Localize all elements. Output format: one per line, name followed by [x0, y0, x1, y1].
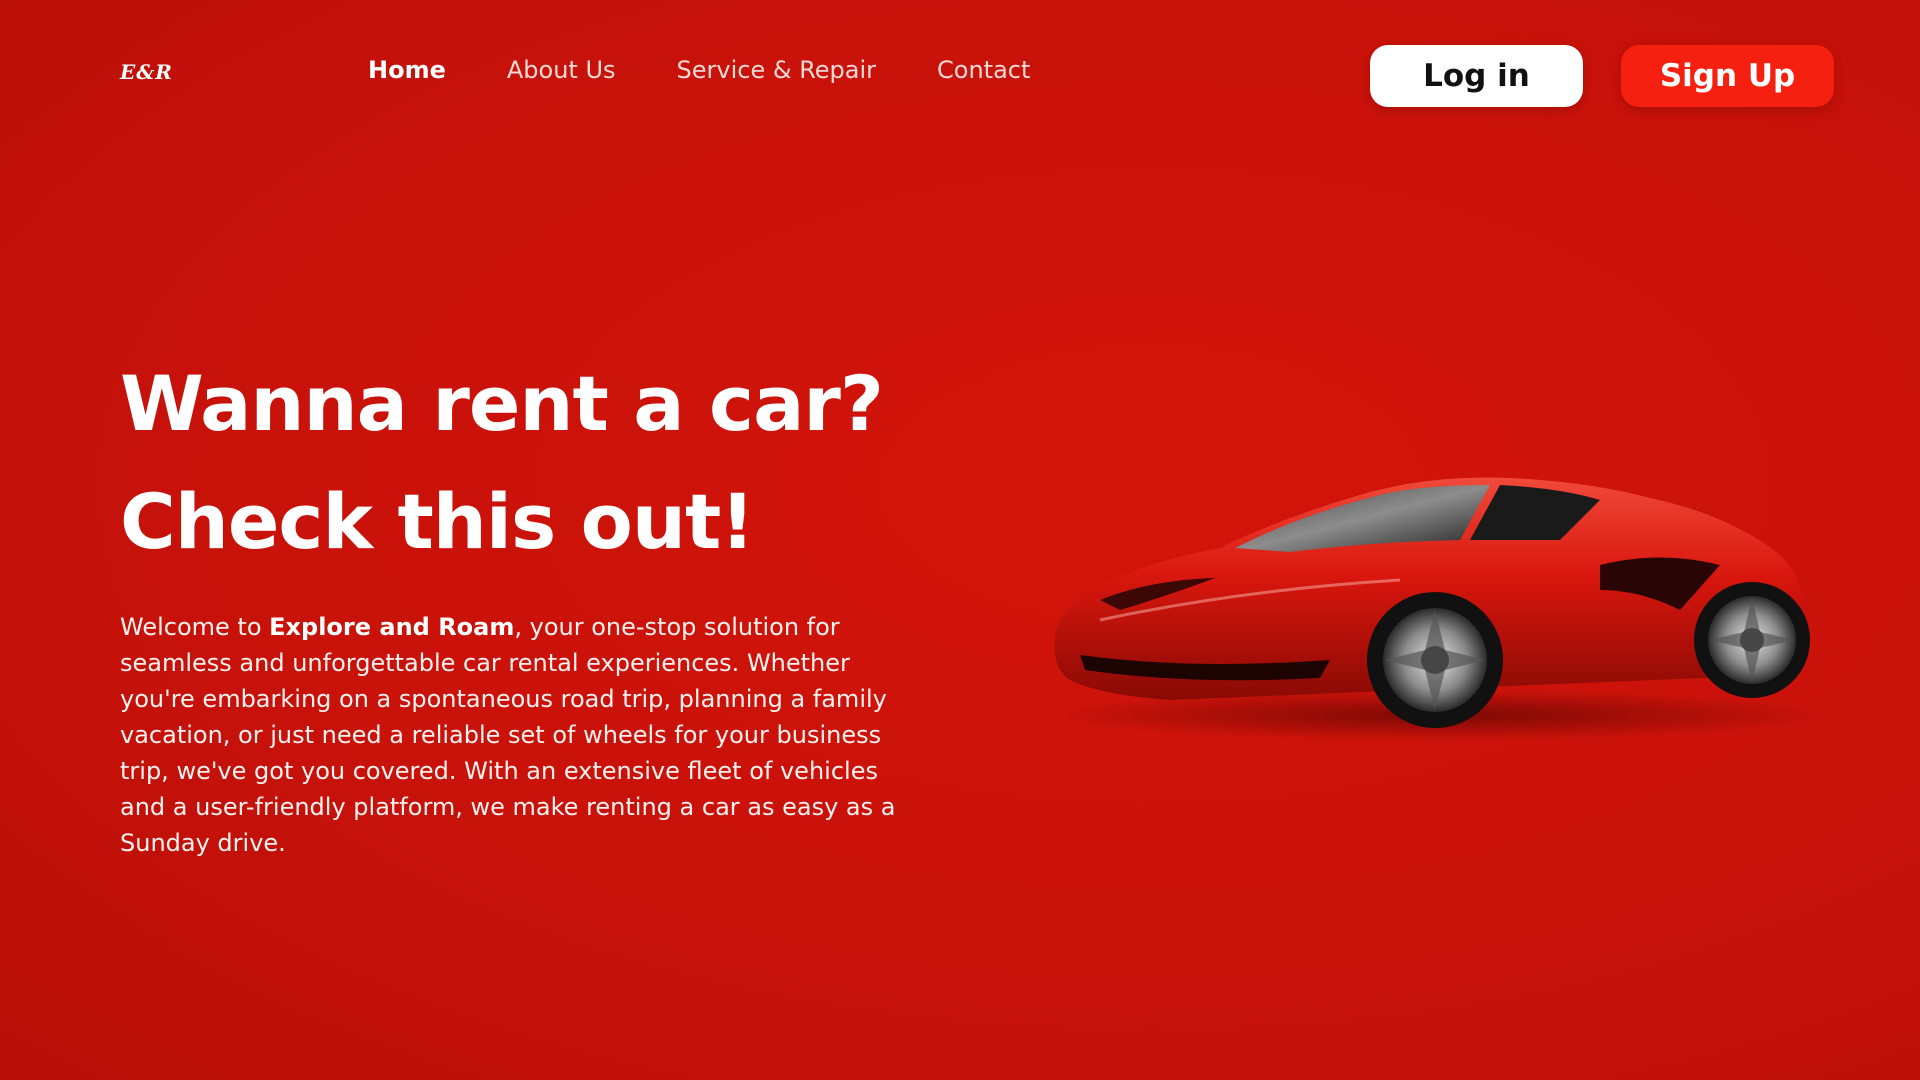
site-header: E&R Home About Us Service & Repair Conta… [0, 0, 1920, 150]
hero-description: Welcome to Explore and Roam, your one-st… [120, 609, 920, 861]
hero-section: Wanna rent a car? Check this out! Welcom… [120, 345, 940, 885]
nav-item-home[interactable]: Home [368, 56, 446, 84]
hero-title: Wanna rent a car? Check this out! [120, 345, 940, 581]
hero-desc-brand: Explore and Roam [269, 613, 515, 641]
login-button[interactable]: Log in [1370, 45, 1583, 107]
car-front-wheel [1367, 592, 1503, 728]
main-nav: Home About Us Service & Repair Contact [368, 56, 1091, 84]
hero-desc-body: , your one-stop solution for seamless an… [120, 613, 896, 857]
signup-button[interactable]: Sign Up [1621, 45, 1834, 107]
nav-item-about-us[interactable]: About Us [507, 56, 616, 84]
hero-title-line-2: Check this out! [120, 477, 755, 566]
nav-item-service-repair[interactable]: Service & Repair [677, 56, 877, 84]
hero-title-line-1: Wanna rent a car? [120, 359, 884, 448]
hero-desc-prefix: Welcome to [120, 613, 270, 641]
car-rear-wheel [1694, 582, 1810, 698]
nav-item-contact[interactable]: Contact [937, 56, 1030, 84]
red-sports-car-icon [1050, 477, 1830, 741]
brand-logo[interactable]: E&R [120, 60, 173, 84]
